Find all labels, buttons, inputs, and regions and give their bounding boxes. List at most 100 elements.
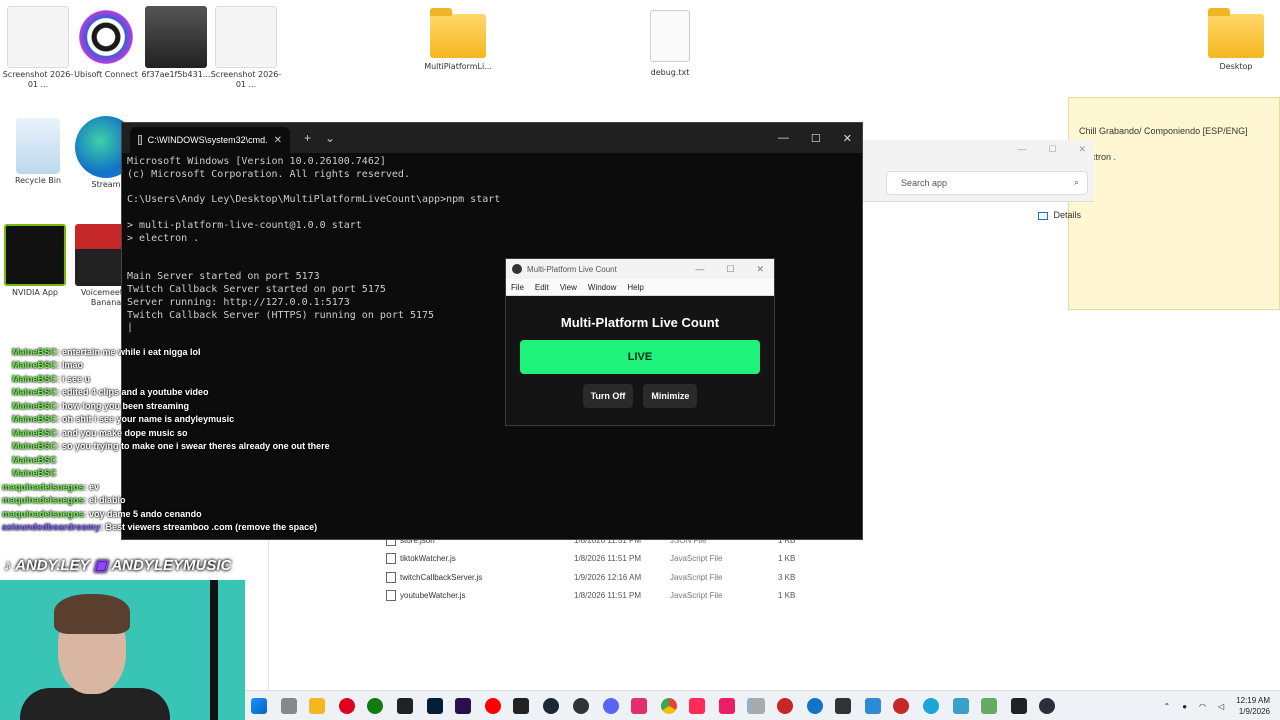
file-name: twitchCallbackServer.js (400, 572, 483, 582)
close-icon[interactable]: ✕ (1078, 144, 1086, 155)
explorer-search-input[interactable]: Search app ⌕ (886, 171, 1088, 195)
desktop-icon-multiplatform-folder[interactable]: MultiPlatformLi... (420, 6, 496, 72)
desktop-icon-desktop-folder[interactable]: Desktop (1198, 6, 1274, 72)
tiktok-icon[interactable] (689, 698, 705, 714)
live-button[interactable]: LIVE (520, 340, 760, 374)
terminal-icon[interactable] (1011, 698, 1027, 714)
minimize-icon[interactable]: — (778, 132, 789, 145)
maximize-icon[interactable]: ☐ (1048, 144, 1056, 155)
chat-message: MaineBSC: and you make dope music so (12, 428, 188, 438)
instagram-icon[interactable] (631, 698, 647, 714)
volume-icon[interactable]: ◁ (1218, 702, 1224, 711)
cmd-tab[interactable]: C:\WINDOWS\system32\cmd. ✕ (130, 127, 290, 153)
epic-games-icon[interactable] (513, 698, 529, 714)
app-icon[interactable] (281, 698, 297, 714)
tray-chevron-icon[interactable]: ⌃ (1164, 702, 1171, 711)
chat-message: astoundedboardroomy: Best viewers stream… (2, 522, 318, 532)
desktop-icon-debug-txt[interactable]: debug.txt (632, 6, 708, 78)
file-size: 3 KB (778, 572, 796, 582)
wifi-icon[interactable]: ◠ (1199, 702, 1206, 711)
maximize-icon[interactable]: ☐ (726, 264, 734, 275)
minimize-icon[interactable]: — (1017, 144, 1026, 155)
desktop-icon-ubisoft[interactable]: Ubisoft Connect (68, 6, 144, 80)
new-tab-button[interactable]: + (304, 131, 311, 145)
minimize-icon[interactable]: — (695, 264, 704, 275)
chevron-down-icon[interactable]: ⌄ (325, 131, 335, 145)
menu-edit[interactable]: Edit (535, 283, 549, 292)
file-explorer-icon[interactable] (309, 698, 325, 714)
desktop-icon-label: Desktop (1219, 62, 1253, 71)
electron-icon[interactable] (1039, 698, 1055, 714)
file-row[interactable]: tiktokWatcher.js 1/8/2026 11:51 PM JavaS… (386, 549, 795, 567)
app-icon[interactable] (835, 698, 851, 714)
close-icon[interactable]: ✕ (756, 264, 764, 275)
desktop-icon-image[interactable]: 6f37ae1f5b431... (138, 6, 214, 80)
desktop-icon-label: debug.txt (650, 68, 690, 77)
obs-icon[interactable] (573, 698, 589, 714)
chat-username: MaineBSC (12, 360, 57, 370)
close-tab-icon[interactable]: ✕ (274, 135, 282, 146)
menu-view[interactable]: View (560, 283, 577, 292)
chat-text: Best viewers streamboo .com (remove the … (105, 522, 318, 532)
app-icon[interactable] (749, 698, 765, 714)
photoshop-icon[interactable] (427, 698, 443, 714)
app-icon[interactable] (893, 698, 909, 714)
chat-username: MaineBSC (12, 455, 57, 465)
app-titlebar[interactable]: Multi-Platform Live Count — ☐ ✕ (506, 259, 774, 279)
edge-icon[interactable] (923, 698, 939, 714)
microphone-icon[interactable]: ● (1182, 702, 1187, 711)
file-type: JavaScript File (670, 553, 723, 563)
file-row[interactable]: twitchCallbackServer.js 1/9/2026 12:16 A… (386, 568, 795, 586)
desktop-icon-label: Ubisoft Connect (74, 70, 138, 79)
app-icon[interactable] (719, 698, 735, 714)
chat-text: oh shit i see your name is andyleymusic (62, 414, 235, 424)
minimize-button[interactable]: Minimize (643, 384, 698, 408)
ubisoft-icon (75, 6, 137, 68)
app-content: Multi-Platform Live Count LIVE Turn Off … (506, 315, 774, 408)
chat-username: maquinadelsuegos (2, 482, 84, 492)
xbox-icon[interactable] (367, 698, 383, 714)
desktop-icon-screenshot-1[interactable]: Screenshot 2026-01 ... (0, 6, 76, 90)
menu-help[interactable]: Help (627, 283, 643, 292)
app-button-row: Turn Off Minimize (506, 384, 774, 408)
start-icon[interactable] (251, 698, 267, 714)
opera-icon[interactable] (339, 698, 355, 714)
file-icon (386, 589, 396, 601)
live-count-app-window[interactable]: Multi-Platform Live Count — ☐ ✕ File Edi… (505, 258, 775, 426)
file-icon (386, 552, 396, 564)
sticky-note[interactable]: Chill Grabando/ Componiendo [ESP/ENG] el… (1068, 97, 1280, 310)
chat-username: MaineBSC (12, 374, 57, 384)
cmd-titlebar[interactable]: C:\WINDOWS\system32\cmd. ✕ + ⌄ — ☐ ✕ (122, 123, 862, 153)
premiere-icon[interactable] (455, 698, 471, 714)
details-button[interactable]: Details (1038, 210, 1081, 220)
youtube-icon[interactable] (485, 698, 501, 714)
photos-icon[interactable] (865, 698, 881, 714)
chat-text: and you make dope music so (62, 428, 188, 438)
menu-window[interactable]: Window (588, 283, 616, 292)
file-row[interactable]: youtubeWatcher.js 1/8/2026 11:51 PM Java… (386, 586, 795, 604)
clock[interactable]: 12:19 AM 1/9/2026 (1236, 695, 1270, 717)
sticky-note-line: electron . (1079, 152, 1117, 162)
app-icon[interactable] (981, 698, 997, 714)
desktop-icon-recycle-bin[interactable]: Recycle Bin (0, 116, 76, 186)
app-icon[interactable] (953, 698, 969, 714)
desktop-icon-screenshot-2[interactable]: Screenshot 2026-01 ... (208, 6, 284, 90)
file-icon (386, 571, 396, 583)
app-icon[interactable] (777, 698, 793, 714)
chat-message: MaineBSC: lmao (12, 360, 84, 370)
chrome-icon[interactable] (661, 698, 677, 714)
discord-icon[interactable] (603, 698, 619, 714)
edge-icon[interactable] (807, 698, 823, 714)
desktop-icon-nvidia[interactable]: NVIDIA App (0, 224, 73, 298)
chat-text: el diablo (89, 495, 126, 505)
close-icon[interactable]: ✕ (843, 132, 852, 145)
chat-username: MaineBSC (12, 401, 57, 411)
app-heading: Multi-Platform Live Count (560, 315, 720, 330)
steam-icon[interactable] (543, 698, 559, 714)
capcut-icon[interactable] (397, 698, 413, 714)
terminal-icon (138, 135, 142, 145)
menu-file[interactable]: File (511, 283, 524, 292)
turn-off-button[interactable]: Turn Off (582, 384, 634, 408)
maximize-icon[interactable]: ☐ (811, 132, 821, 145)
chat-username: maquinadelsuegos (2, 495, 84, 505)
